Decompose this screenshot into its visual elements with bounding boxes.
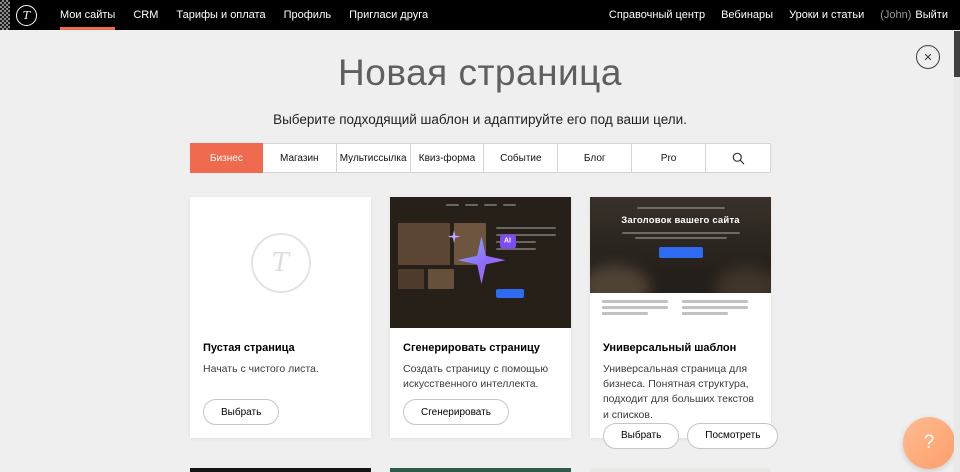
photo-blur-shape xyxy=(715,267,771,293)
card-body: Универсальный шаблон Универсальная стран… xyxy=(590,328,771,462)
card-title: Универсальный шаблон xyxy=(603,342,758,354)
tilda-logo[interactable]: T xyxy=(16,5,37,26)
choose-blank-button[interactable]: Выбрать xyxy=(203,399,279,425)
watermark-letter: T xyxy=(272,248,289,278)
tab-blog[interactable]: Блог xyxy=(558,144,632,172)
nav-help-center[interactable]: Справочный центр xyxy=(601,9,713,21)
user-area: (John) Выйти xyxy=(872,9,948,21)
template-card-blank[interactable]: T Пустая страница Начать с чистого листа… xyxy=(190,197,371,438)
photo-blur-shape xyxy=(590,265,650,293)
nav-tariffs-payment[interactable]: Тарифы и оплата xyxy=(167,0,274,30)
app-screen: T Мои сайты CRM Тарифы и оплата Профиль … xyxy=(0,0,960,472)
search-icon xyxy=(732,152,745,165)
nav-webinars[interactable]: Вебинары xyxy=(713,9,781,21)
template-card-universal[interactable]: Заголовок вашего сайта Универсальный шаб… xyxy=(590,197,771,438)
tab-pro[interactable]: Pro xyxy=(632,144,706,172)
close-button[interactable]: ✕ xyxy=(916,45,940,69)
nav-lessons-articles[interactable]: Уроки и статьи xyxy=(781,9,872,21)
scrollbar-thumb[interactable] xyxy=(954,31,960,77)
secondary-nav: Справочный центр Вебинары Уроки и статьи… xyxy=(601,0,948,30)
preview-subtext-placeholder xyxy=(622,232,740,234)
tab-quiz-form[interactable]: Квиз-форма xyxy=(411,144,485,172)
nav-profile[interactable]: Профиль xyxy=(275,0,341,30)
preview-thumbnail xyxy=(398,223,450,265)
generate-button[interactable]: Сгенерировать xyxy=(403,399,509,425)
card-actions: Выбрать Посмотреть xyxy=(603,423,758,449)
nav-crm[interactable]: CRM xyxy=(124,0,167,30)
topbar: T Мои сайты CRM Тарифы и оплата Профиль … xyxy=(0,0,960,30)
preview-cta-button-placeholder xyxy=(659,247,703,258)
help-button[interactable]: ? xyxy=(903,417,955,469)
preview-thumbnail xyxy=(398,269,424,289)
template-card-generate[interactable]: AI Сгенерировать страницу Создать страни… xyxy=(390,197,571,438)
card-actions: Сгенерировать xyxy=(403,399,558,425)
template-card-partial[interactable] xyxy=(390,468,571,472)
preview-text-column xyxy=(602,300,668,321)
card-actions: Выбрать xyxy=(203,399,358,425)
sparkle-icon xyxy=(448,230,461,243)
primary-nav: Мои сайты CRM Тарифы и оплата Профиль Пр… xyxy=(51,0,437,30)
preview-universal-button[interactable]: Посмотреть xyxy=(687,423,778,449)
nav-my-sites[interactable]: Мои сайты xyxy=(51,0,124,30)
preview-heading: Заголовок вашего сайта xyxy=(590,215,771,226)
choose-universal-button[interactable]: Выбрать xyxy=(603,423,679,449)
tilda-watermark-icon: T xyxy=(251,233,311,293)
ai-star-icon xyxy=(458,236,506,284)
ai-badge: AI xyxy=(500,234,516,248)
scrollbar-track[interactable] xyxy=(954,30,960,472)
card-description: Создать страницу с помощью искусственног… xyxy=(403,362,558,392)
blank-preview: T xyxy=(190,197,371,328)
preview-hero-photo: Заголовок вашего сайта xyxy=(590,197,771,293)
edge-pattern-decoration xyxy=(0,0,10,30)
nav-invite-friend[interactable]: Пригласи друга xyxy=(340,0,437,30)
tab-search[interactable] xyxy=(706,144,770,172)
preview-caption-placeholder xyxy=(637,207,725,209)
preview-subtext-placeholder xyxy=(635,237,727,239)
tab-event[interactable]: Событие xyxy=(484,144,558,172)
preview-text-section xyxy=(590,293,771,328)
tilda-logo-letter: T xyxy=(23,9,30,22)
card-body: Пустая страница Начать с чистого листа. … xyxy=(190,328,371,438)
preview-navbar-placeholder xyxy=(390,204,571,206)
template-card-partial[interactable] xyxy=(190,468,371,472)
card-body: Сгенерировать страницу Создать страницу … xyxy=(390,328,571,438)
ai-generate-preview: AI xyxy=(390,197,571,328)
card-title: Пустая страница xyxy=(203,342,358,354)
preview-button-placeholder xyxy=(496,289,524,298)
card-title: Сгенерировать страницу xyxy=(403,342,558,354)
page-title: Новая страница xyxy=(0,52,960,94)
tab-multilink[interactable]: Мультиссылка xyxy=(337,144,411,172)
template-grid: T Пустая страница Начать с чистого листа… xyxy=(190,197,771,472)
card-description: Начать с чистого листа. xyxy=(203,362,358,377)
tab-shop[interactable]: Магазин xyxy=(263,144,337,172)
logout-link[interactable]: Выйти xyxy=(915,9,948,21)
universal-preview: Заголовок вашего сайта xyxy=(590,197,771,328)
page-subtitle: Выберите подходящий шаблон и адаптируйте… xyxy=(0,112,960,127)
card-description: Универсальная страница для бизнеса. Поня… xyxy=(603,362,758,423)
tab-business[interactable]: Бизнес xyxy=(190,143,263,173)
template-category-tabs: Бизнес Магазин Мультиссылка Квиз-форма С… xyxy=(190,143,771,173)
user-name: (John) xyxy=(880,9,911,21)
ai-star-group: AI xyxy=(446,230,516,290)
preview-text-column xyxy=(682,300,748,321)
template-card-partial[interactable] xyxy=(590,468,771,472)
